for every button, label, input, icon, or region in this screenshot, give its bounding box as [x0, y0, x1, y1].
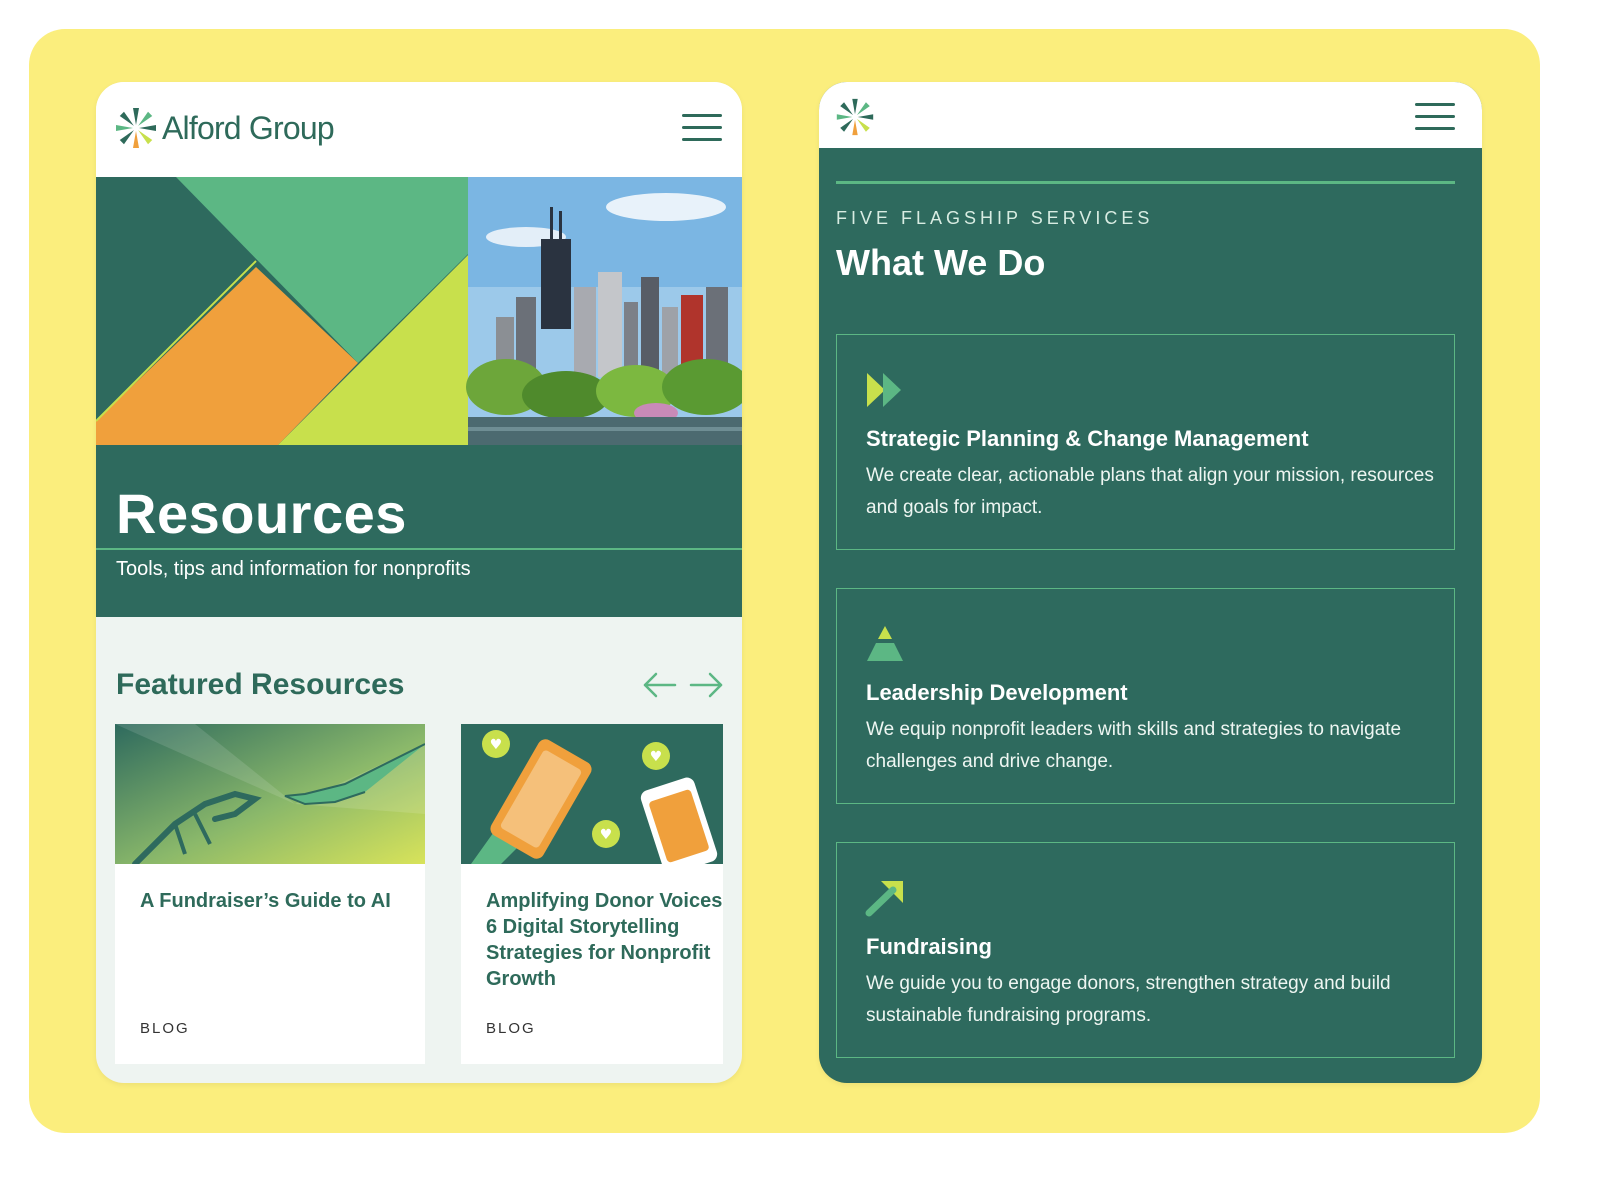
featured-resources-heading: Featured Resources	[116, 668, 405, 701]
arrow-up-right-icon	[865, 881, 903, 917]
resource-card[interactable]: ♥ ♥ ♥ Amplifying Donor Voices: 6 Digital…	[461, 724, 723, 1064]
double-chevron-icon	[867, 373, 901, 407]
hero-title-block: Resources Tools, tips and information fo…	[96, 445, 742, 617]
svg-text:♥: ♥	[650, 749, 663, 765]
resource-card[interactable]: A Fundraiser’s Guide to AI BLOG	[115, 724, 425, 1064]
ai-hands-illustration	[115, 724, 425, 864]
service-card[interactable]: Strategic Planning & Change Management W…	[836, 334, 1455, 550]
card-category: BLOG	[140, 1020, 190, 1037]
brand-name[interactable]: Alford Group	[162, 110, 335, 147]
service-card[interactable]: Fundraising We guide you to engage donor…	[836, 842, 1455, 1058]
card-category: BLOG	[486, 1020, 536, 1037]
hero-graphic	[96, 177, 742, 445]
mobile-resources-page: Alford Group Resources Tools, tips and i…	[96, 82, 742, 1083]
arrow-right-icon[interactable]	[688, 672, 724, 698]
alford-star-logo-icon[interactable]	[835, 97, 875, 137]
chicago-skyline-photo	[466, 177, 742, 445]
digital-storytelling-illustration: ♥ ♥ ♥	[461, 724, 723, 864]
service-title: Strategic Planning & Change Management	[866, 426, 1309, 451]
service-title: Fundraising	[866, 934, 992, 959]
hamburger-menu-icon[interactable]	[682, 112, 722, 142]
service-description: We create clear, actionable plans that a…	[866, 465, 1434, 518]
hamburger-menu-icon[interactable]	[1415, 101, 1455, 131]
svg-text:♥: ♥	[600, 827, 613, 843]
service-card[interactable]: Leadership Development We equip nonprofi…	[836, 588, 1455, 804]
pyramid-icon	[867, 626, 903, 661]
card-title: A Fundraiser’s Guide to AI	[140, 890, 391, 912]
service-title: Leadership Development	[866, 680, 1128, 705]
service-description: We guide you to engage donors, strengthe…	[866, 973, 1391, 1026]
alford-star-logo-icon[interactable]	[114, 106, 158, 150]
service-description: We equip nonprofit leaders with skills a…	[866, 719, 1402, 772]
card-title: Amplifying Donor Voices: 6 Digital Story…	[486, 890, 723, 990]
section-divider	[836, 181, 1455, 184]
svg-text:♥: ♥	[490, 737, 503, 753]
hero-divider	[96, 548, 742, 550]
site-header	[819, 82, 1482, 148]
page-subtitle: Tools, tips and information for nonprofi…	[116, 558, 471, 580]
page-title: Resources	[116, 482, 407, 545]
site-header: Alford Group	[96, 82, 742, 177]
section-eyebrow: FIVE FLAGSHIP SERVICES	[836, 208, 1154, 228]
section-title: What We Do	[836, 242, 1046, 283]
mobile-services-page: FIVE FLAGSHIP SERVICES What We Do Strate…	[819, 82, 1482, 1083]
arrow-left-icon[interactable]	[642, 672, 678, 698]
